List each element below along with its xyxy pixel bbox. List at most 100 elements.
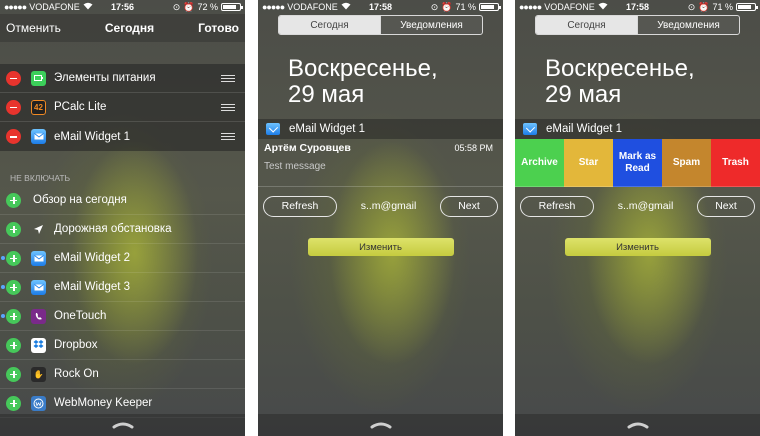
mail-app-icon	[523, 123, 537, 135]
message-time: 05:58 PM	[454, 143, 493, 153]
reorder-handle-icon[interactable]	[221, 75, 235, 82]
account-label: s..m@gmail	[360, 200, 417, 212]
pcalc-app-icon: 42	[31, 99, 46, 115]
widget-controls: Refresh s..m@gmail Next	[520, 195, 755, 217]
list-item: Обзор на сегодня	[0, 186, 245, 215]
rockon-app-icon: ✋	[31, 366, 46, 382]
divider	[258, 186, 503, 187]
section-label-not-included: НЕ ВКЛЮЧАТЬ	[10, 173, 71, 183]
status-bar: ●●●●● VODAFONE 17:58 ⊙ ⏰ 71 %	[258, 0, 503, 14]
add-icon[interactable]	[6, 366, 21, 382]
tab-today[interactable]: Сегодня	[279, 16, 380, 34]
onetouch-app-icon	[31, 308, 46, 324]
star-button[interactable]: Star	[564, 139, 613, 187]
list-item: Элементы питания	[0, 64, 245, 93]
reorder-handle-icon[interactable]	[221, 104, 235, 111]
alarm-icon: ⏰	[183, 1, 195, 12]
list-item: OneTouch	[0, 302, 245, 331]
widget-label: Обзор на сегодня	[33, 194, 127, 206]
chevron-handle-icon	[370, 422, 391, 429]
new-indicator-dot	[1, 314, 5, 318]
widget-label: Дорожная обстановка	[54, 223, 172, 235]
battery-percent: 71 %	[455, 2, 476, 12]
add-icon[interactable]	[6, 308, 21, 324]
edit-button[interactable]: Изменить	[564, 238, 711, 256]
widget-controls: Refresh s..m@gmail Next	[263, 195, 498, 217]
widget-label: eMail Widget 3	[54, 281, 131, 293]
chevron-handle-icon	[112, 422, 133, 429]
remove-icon[interactable]	[6, 99, 21, 115]
tab-today[interactable]: Сегодня	[536, 16, 637, 34]
widget-label: Rock On	[54, 368, 99, 380]
widget-label: Dropbox	[54, 339, 98, 351]
phone-screen-swipe-actions: ●●●●● VODAFONE 17:58 ⊙ ⏰ 71 % Сегодня Ув…	[515, 0, 760, 436]
swipe-actions: Archive Star Mark as Read Spam Trash	[515, 139, 760, 187]
message-sender[interactable]: Артём Суровцев	[264, 142, 351, 154]
mail-app-icon	[31, 250, 46, 266]
segmented-control: Сегодня Уведомления	[278, 15, 483, 35]
phone-screen-today-widget: ●●●●● VODAFONE 17:58 ⊙ ⏰ 71 % Сегодня Ув…	[258, 0, 503, 436]
widget-label: PCalc Lite	[54, 101, 107, 113]
widget-header[interactable]: eMail Widget 1	[515, 119, 760, 139]
trash-button[interactable]: Trash	[711, 139, 760, 187]
widget-label: eMail Widget 1	[54, 130, 131, 143]
date-weekday: Воскресенье,	[545, 55, 695, 82]
battery-icon	[479, 3, 501, 11]
segmented-control: Сегодня Уведомления	[535, 15, 740, 35]
refresh-button[interactable]: Refresh	[520, 195, 594, 217]
date-day: 29 мая	[288, 81, 365, 108]
new-indicator-dot	[1, 256, 5, 260]
edit-button[interactable]: Изменить	[307, 238, 454, 256]
grabber-handle[interactable]	[0, 414, 245, 436]
archive-button[interactable]: Archive	[515, 139, 564, 187]
add-icon[interactable]	[6, 192, 21, 208]
widget-title: eMail Widget 1	[546, 123, 623, 135]
date-heading: Воскресенье, 29 мая	[288, 56, 438, 108]
done-button[interactable]: Готово	[198, 21, 239, 35]
mail-app-icon	[266, 123, 280, 135]
available-widgets-list: Обзор на сегодня Дорожная обстановка eMa…	[0, 186, 245, 418]
rotation-lock-icon: ⊙	[687, 1, 696, 12]
grabber-handle[interactable]	[258, 414, 503, 436]
status-bar: ●●●●● VODAFONE 17:58 ⊙ ⏰ 71 %	[515, 0, 760, 14]
message-preview[interactable]: Test message	[264, 161, 326, 172]
add-icon[interactable]	[6, 279, 21, 295]
list-item: eMail Widget 2	[0, 244, 245, 273]
grabber-handle[interactable]	[515, 414, 760, 436]
date-weekday: Воскресенье,	[288, 55, 438, 82]
rotation-lock-icon: ⊙	[172, 1, 181, 12]
add-icon[interactable]	[6, 221, 21, 237]
list-item: 42 PCalc Lite	[0, 93, 245, 122]
battery-icon	[221, 3, 243, 11]
date-day: 29 мая	[545, 81, 622, 108]
add-icon[interactable]	[6, 250, 21, 266]
remove-icon[interactable]	[6, 129, 21, 144]
widget-label: eMail Widget 2	[54, 252, 131, 264]
add-icon[interactable]	[6, 395, 21, 411]
widget-label: WebMoney Keeper	[54, 397, 153, 409]
next-button[interactable]: Next	[697, 195, 755, 217]
add-icon[interactable]	[6, 337, 21, 353]
mark-as-read-button[interactable]: Mark as Read	[613, 139, 662, 187]
widget-header[interactable]: eMail Widget 1	[258, 119, 503, 139]
webmoney-app-icon	[31, 395, 46, 411]
tab-notifications[interactable]: Уведомления	[637, 16, 739, 34]
enabled-widgets-list: Элементы питания 42 PCalc Lite eMail Wid…	[0, 64, 245, 151]
list-item: Dropbox	[0, 331, 245, 360]
new-indicator-dot	[1, 285, 5, 289]
battery-percent: 72 %	[197, 2, 218, 12]
tab-notifications[interactable]: Уведомления	[380, 16, 482, 34]
battery-app-icon	[31, 70, 46, 86]
refresh-button[interactable]: Refresh	[263, 195, 337, 217]
list-item: eMail Widget 3	[0, 273, 245, 302]
spam-button[interactable]: Spam	[662, 139, 711, 187]
account-label: s..m@gmail	[617, 200, 674, 212]
reorder-handle-icon[interactable]	[221, 133, 235, 140]
alarm-icon: ⏰	[698, 1, 710, 12]
alarm-icon: ⏰	[441, 1, 453, 12]
list-item: eMail Widget 1	[0, 122, 245, 151]
divider	[515, 186, 760, 187]
remove-icon[interactable]	[6, 70, 21, 86]
cancel-button[interactable]: Отменить	[6, 21, 61, 35]
next-button[interactable]: Next	[440, 195, 498, 217]
